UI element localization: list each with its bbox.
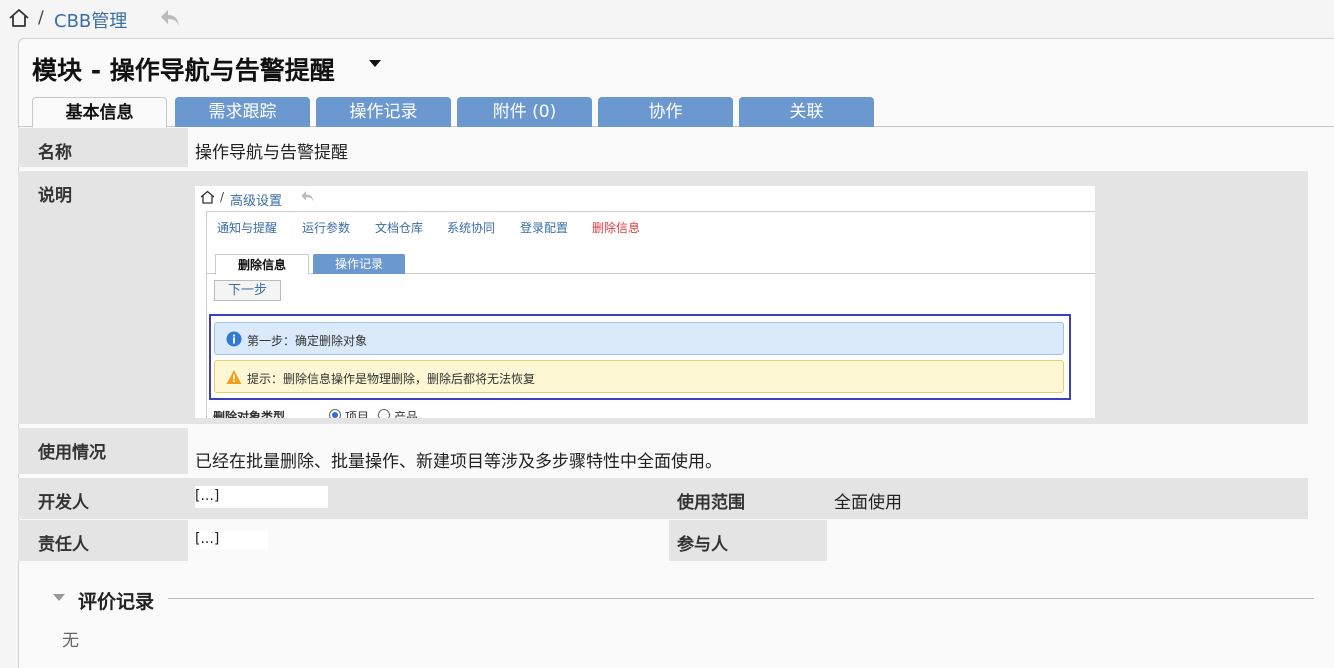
comments-empty-text: 无 xyxy=(62,631,79,651)
screenshot-radio-project xyxy=(329,409,341,418)
screenshot-radio-product xyxy=(378,409,390,418)
breadcrumb-current[interactable]: CBB管理 xyxy=(54,7,127,33)
scope-value: 全面使用 xyxy=(834,493,902,513)
developer-label: 开发人 xyxy=(18,478,188,519)
tab-operation-log[interactable]: 操作记录 xyxy=(316,97,451,127)
description-label: 说明 xyxy=(18,171,188,424)
screenshot-tab-operation-log: 操作记录 xyxy=(313,254,405,274)
owner-value: [...] xyxy=(195,531,220,547)
usage-value: 已经在批量删除、批量操作、新建项目等涉及多步骤特性中全面使用。 xyxy=(195,452,722,472)
scope-label: 使用范围 xyxy=(669,478,827,519)
developer-value: [...] xyxy=(195,488,220,504)
screenshot-nav-delete-info: 删除信息 xyxy=(592,221,641,235)
title-dropdown-caret-icon[interactable] xyxy=(369,60,381,67)
back-arrow-icon[interactable] xyxy=(158,7,182,29)
screenshot-warning-alert: 提示：删除信息操作是物理删除，删除后都将无法恢复 xyxy=(214,360,1064,393)
tab-attachments[interactable]: 附件 (0) xyxy=(457,97,592,127)
screenshot-nav-doc-repo: 文档仓库 xyxy=(375,221,424,235)
usage-label: 使用情况 xyxy=(18,428,188,474)
comments-section-title[interactable]: 评价记录 xyxy=(78,587,154,614)
screenshot-warning-text: 提示：删除信息操作是物理删除，删除后都将无法恢复 xyxy=(247,372,536,386)
owner-label: 责任人 xyxy=(18,520,188,561)
tab-basic-info[interactable]: 基本信息 xyxy=(32,97,167,128)
screenshot-nav-login-config: 登录配置 xyxy=(520,221,569,235)
screenshot-info-alert: 第一步：确定删除对象 xyxy=(214,322,1064,355)
tab-requirement-tracking[interactable]: 需求跟踪 xyxy=(175,97,310,127)
screenshot-type-label: 删除对象类型 xyxy=(213,410,286,418)
page-title: 模块 - 操作导航与告警提醒 xyxy=(32,56,335,85)
screenshot-nav-runtime-params: 运行参数 xyxy=(302,221,351,235)
screenshot-back-arrow-icon xyxy=(301,191,314,202)
screenshot-home-icon xyxy=(200,190,215,204)
screenshot-info-text: 第一步：确定删除对象 xyxy=(247,334,368,348)
info-icon xyxy=(226,331,242,347)
tab-collaboration[interactable]: 协作 xyxy=(598,97,733,127)
screenshot-nav-system-sync: 系统协同 xyxy=(447,221,496,235)
tab-related[interactable]: 关联 xyxy=(739,97,874,127)
name-label: 名称 xyxy=(18,128,188,167)
name-value: 操作导航与告警提醒 xyxy=(195,143,348,163)
tab-bar: 基本信息 需求跟踪 操作记录 附件 (0) 协作 关联 xyxy=(19,97,1334,128)
collapse-caret-icon[interactable] xyxy=(53,594,65,601)
owner-value-redacted: [...] xyxy=(195,530,268,550)
warning-icon xyxy=(226,370,242,384)
section-divider xyxy=(168,598,1314,599)
screenshot-radio-product-label: 产品 xyxy=(394,410,419,418)
breadcrumb-separator: / xyxy=(38,8,44,28)
description-screenshot: / 高级设置 通知与提醒 运行参数 文档仓库 系统协同 登录配置 删除信息 删除… xyxy=(195,186,1095,418)
screenshot-tab-delete-info: 删除信息 xyxy=(215,254,309,275)
screenshot-breadcrumb-current: 高级设置 xyxy=(230,194,283,209)
screenshot-radio-project-label: 项目 xyxy=(345,410,370,418)
screenshot-nav-notifications: 通知与提醒 xyxy=(217,221,278,235)
top-breadcrumb-bar: / CBB管理 xyxy=(0,0,1334,38)
screenshot-breadcrumb-separator: / xyxy=(220,190,225,204)
developer-value-redacted: [...] xyxy=(195,486,328,508)
participant-label: 参与人 xyxy=(669,520,827,561)
home-icon[interactable] xyxy=(8,8,30,28)
screenshot-next-button: 下一步 xyxy=(214,280,281,301)
